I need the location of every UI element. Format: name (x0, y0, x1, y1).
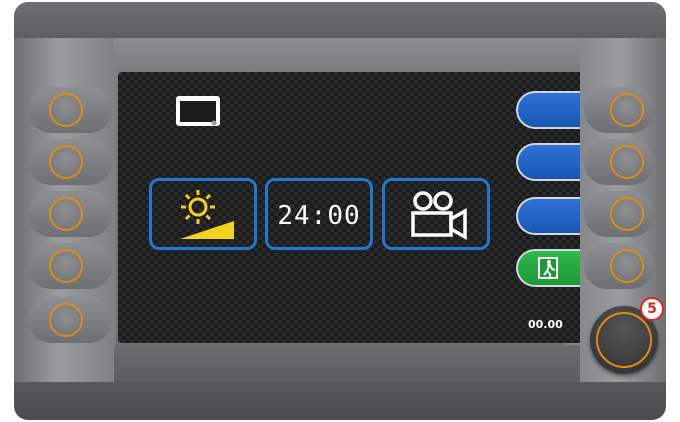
softkey-1[interactable] (516, 91, 580, 129)
emergency-exit-icon (538, 257, 558, 279)
housing-top (14, 2, 666, 42)
bottom-bezel (114, 345, 580, 385)
clock-format-label: 24:00 (277, 201, 361, 231)
camera-tile[interactable] (382, 178, 490, 250)
left-hardware-button-5[interactable] (49, 303, 83, 337)
softkey-3[interactable] (516, 197, 580, 235)
left-hardware-button-3[interactable] (49, 197, 83, 231)
left-hardware-button-2[interactable] (49, 145, 83, 179)
clock-format-tile[interactable]: 24:00 (265, 178, 373, 250)
brightness-icon (180, 190, 234, 239)
callout-badge: 5 (640, 297, 664, 321)
right-hardware-button-4[interactable] (610, 249, 644, 283)
exit-softkey[interactable] (516, 249, 580, 287)
left-hardware-button-1[interactable] (49, 93, 83, 127)
time-readout: 00.00 (528, 318, 563, 331)
top-bezel (114, 38, 580, 72)
knob-ring (596, 312, 652, 368)
right-hardware-button-1[interactable] (610, 93, 644, 127)
brightness-tile[interactable] (149, 178, 257, 250)
housing-bottom (14, 382, 666, 420)
right-hardware-button-3[interactable] (610, 197, 644, 231)
left-hardware-button-4[interactable] (49, 249, 83, 283)
video-camera-icon (411, 191, 467, 241)
softkey-2[interactable] (516, 143, 580, 181)
right-hardware-button-2[interactable] (610, 145, 644, 179)
display-screen: 24:00 00.00 (118, 72, 580, 343)
monitor-icon (176, 96, 220, 126)
